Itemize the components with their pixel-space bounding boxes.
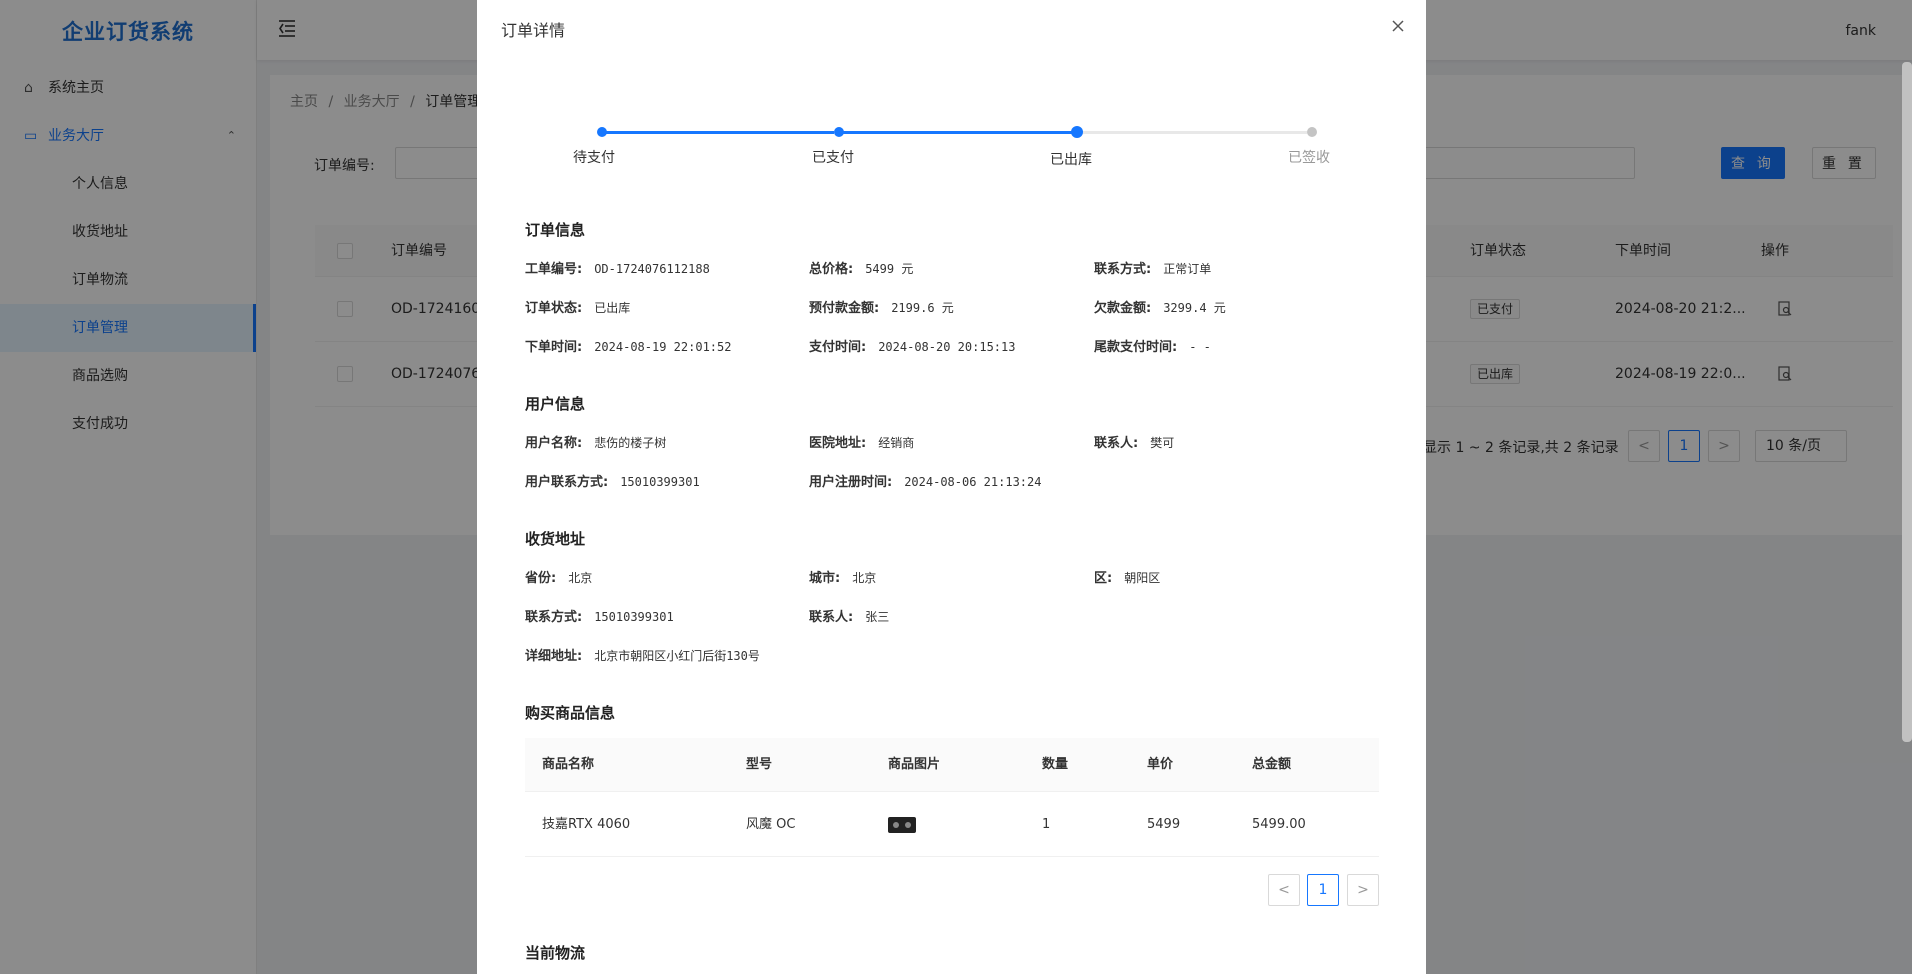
- district-field: 区: 朝阳区: [1094, 571, 1161, 586]
- goods-price-cell: 5499: [1147, 817, 1181, 832]
- owe-field: 欠款金额: 3299.4 元: [1094, 301, 1226, 316]
- col-goods-name: 商品名称: [542, 757, 595, 772]
- order-detail-modal: 订单详情 待支付 已支付 已出库 已签收 订单信息 工单编号: OD-172407…: [477, 0, 1426, 974]
- order-status-field: 订单状态: 已出库: [525, 301, 631, 316]
- col-model: 型号: [746, 757, 773, 772]
- goods-image[interactable]: [888, 817, 916, 833]
- step-label: 已出库: [1050, 152, 1092, 168]
- ticket-no-field: 工单编号: OD-1724076112188: [525, 262, 710, 277]
- user-phone-field: 用户联系方式: 15010399301: [525, 475, 700, 490]
- step-dot-done: [834, 127, 844, 137]
- col-qty: 数量: [1042, 757, 1069, 772]
- order-info-title: 订单信息: [525, 221, 586, 239]
- address-person-field: 联系人: 张三: [809, 610, 890, 625]
- goods-pager-page-1[interactable]: 1: [1307, 874, 1339, 906]
- order-steps: 待支付 已支付 已出库 已签收: [573, 122, 1330, 172]
- hospital-field: 医院地址: 经销商: [809, 436, 915, 451]
- register-time-field: 用户注册时间: 2024-08-06 21:13:24: [809, 475, 1042, 490]
- province-field: 省份: 北京: [525, 571, 593, 586]
- goods-qty-cell: 1: [1042, 817, 1051, 832]
- col-total: 总金额: [1252, 757, 1292, 772]
- table-row: 技嘉RTX 4060 风魔 OC 1 5499 5499.00: [525, 792, 1379, 857]
- user-info-title: 用户信息: [525, 395, 586, 413]
- goods-model-cell: 风魔 OC: [746, 817, 796, 832]
- step-dot-done: [597, 127, 607, 137]
- col-image: 商品图片: [888, 757, 941, 772]
- prepay-field: 预付款金额: 2199.6 元: [809, 301, 954, 316]
- city-field: 城市: 北京: [809, 571, 877, 586]
- goods-name-cell: 技嘉RTX 4060: [542, 817, 631, 832]
- step-label: 待支付: [573, 150, 615, 166]
- goods-total-cell: 5499.00: [1252, 817, 1306, 832]
- scrollbar[interactable]: [1902, 62, 1912, 742]
- final-pay-time-field: 尾款支付时间: - -: [1094, 340, 1211, 355]
- goods-pager-prev-button[interactable]: <: [1268, 874, 1300, 906]
- step-line: [1078, 131, 1307, 134]
- step-label: 已支付: [812, 150, 854, 166]
- step-line: [839, 131, 1072, 134]
- goods-table: 商品名称 型号 商品图片 数量 单价 总金额 技嘉RTX 4060 风魔 OC …: [525, 738, 1379, 857]
- step-dot-current: [1071, 126, 1083, 138]
- detail-address-field: 详细地址: 北京市朝阳区小红门后街130号: [525, 649, 760, 664]
- goods-title: 购买商品信息: [525, 704, 616, 722]
- goods-pager-next-button[interactable]: >: [1347, 874, 1379, 906]
- table-header: 商品名称 型号 商品图片 数量 单价 总金额: [525, 738, 1379, 792]
- total-price-field: 总价格: 5499 元: [809, 262, 914, 277]
- step-line: [602, 131, 834, 134]
- address-title: 收货地址: [525, 530, 586, 548]
- close-icon[interactable]: [1388, 16, 1408, 36]
- contact-field: 联系方式: 正常订单: [1094, 262, 1212, 277]
- address-phone-field: 联系方式: 15010399301: [525, 610, 674, 625]
- step-label: 已签收: [1288, 150, 1330, 166]
- col-price: 单价: [1147, 757, 1174, 772]
- user-name-field: 用户名称: 悲伤的楼子树: [525, 436, 667, 451]
- contact-person-field: 联系人: 樊可: [1094, 436, 1175, 451]
- modal-title: 订单详情: [501, 21, 566, 40]
- order-time-field: 下单时间: 2024-08-19 22:01:52: [525, 340, 732, 355]
- logistics-title: 当前物流: [525, 944, 586, 962]
- pay-time-field: 支付时间: 2024-08-20 20:15:13: [809, 340, 1016, 355]
- step-dot-pending: [1307, 127, 1317, 137]
